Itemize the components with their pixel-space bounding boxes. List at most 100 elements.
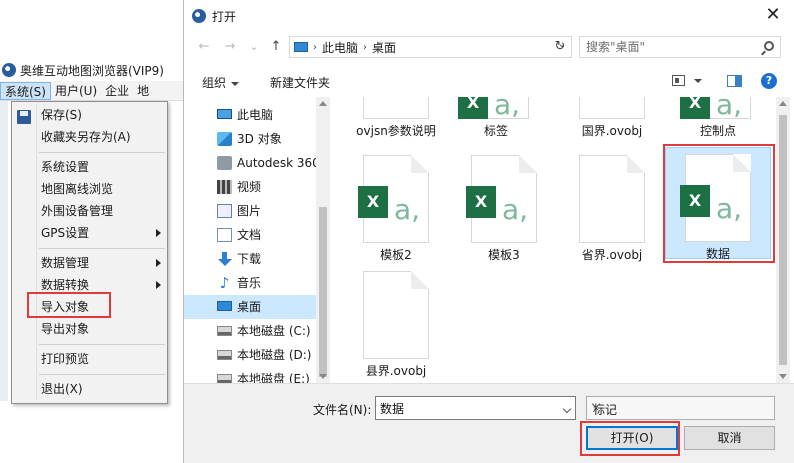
menu-enterprise[interactable]: 企业	[101, 82, 133, 100]
save-icon	[17, 110, 31, 124]
menu-item-save-favorites[interactable]: 收藏夹另存为(A)	[12, 126, 167, 148]
file-item[interactable]: 县界.ovobj	[346, 271, 446, 379]
up-arrow-icon[interactable]: ↑	[266, 37, 286, 57]
submenu-arrow-icon	[156, 229, 161, 237]
forward-arrow-icon[interactable]: →	[220, 37, 240, 57]
menu-system[interactable]: 系统(S)	[0, 81, 51, 100]
breadcrumb-this-pc[interactable]: 此电脑	[322, 39, 358, 56]
sidebar-item-disk-c[interactable]: 本地磁盘 (C:)	[184, 319, 316, 343]
sidebar-item-music[interactable]: ♪ 音乐	[184, 271, 316, 295]
menu-map[interactable]: 地	[133, 82, 149, 100]
desktop-icon	[217, 301, 232, 311]
view-options-icon[interactable]	[672, 75, 685, 86]
app-menubar: 系统(S) 用户(U) 企业 地	[0, 81, 183, 101]
menu-item-label: 数据转换	[41, 278, 90, 292]
help-icon[interactable]: ?	[761, 73, 777, 89]
search-box	[579, 36, 781, 58]
menu-item-offline-browse[interactable]: 地图离线浏览	[12, 178, 167, 200]
sidebar-item-label: 音乐	[237, 276, 262, 290]
sidebar-item-label: 文档	[237, 228, 262, 242]
sidebar-item-this-pc[interactable]: 此电脑	[184, 103, 316, 127]
excel-logo-icon: X	[358, 186, 388, 218]
organize-button[interactable]: 组织	[202, 74, 240, 91]
sidebar-item-downloads[interactable]: 下载	[184, 247, 316, 271]
excel-a-glyph: a,	[494, 97, 521, 121]
file-item[interactable]: Xa, 模板2	[346, 155, 446, 263]
music-icon: ♪	[219, 274, 230, 292]
submenu-arrow-icon	[156, 259, 161, 267]
sidebar-item-label: 视频	[237, 180, 262, 194]
breadcrumb-desktop[interactable]: 桌面	[372, 39, 396, 56]
blank-file-icon	[579, 155, 645, 243]
sidebar-item-label: 桌面	[237, 300, 262, 314]
menu-item-system-settings[interactable]: 系统设置	[12, 156, 167, 178]
app-side-strip	[0, 101, 8, 401]
sidebar-item-pictures[interactable]: 图片	[184, 199, 316, 223]
file-item[interactable]: Xa, 标签	[446, 97, 546, 139]
chevron-down-icon[interactable]	[562, 404, 572, 414]
sidebar-item-videos[interactable]: 视频	[184, 175, 316, 199]
menu-item-exit[interactable]: 退出(X)	[12, 378, 167, 400]
app-logo-icon	[2, 63, 16, 77]
address-bar[interactable]: › 此电脑 › 桌面 ⌄	[289, 36, 572, 58]
sidebar-item-label: 下载	[237, 252, 262, 266]
history-chevron-icon[interactable]: ⌄	[244, 37, 264, 57]
sidebar-item-autodesk[interactable]: Autodesk 360	[184, 151, 320, 175]
scrollbar-thumb[interactable]	[779, 115, 787, 365]
dialog-footer: 文件名(N): 标记 打开(O) 取消	[184, 383, 794, 463]
sidebar-item-disk-d[interactable]: 本地磁盘 (D:)	[184, 343, 316, 367]
sidebar-item-disk-e[interactable]: 本地磁盘 (E:)	[184, 367, 316, 383]
scroll-up-arrow-icon[interactable]	[319, 101, 327, 106]
sidebar-item-3d-objects[interactable]: 3D 对象	[184, 127, 316, 151]
menu-item-export-objects[interactable]: 导出对象	[12, 318, 167, 340]
cancel-button[interactable]: 取消	[684, 426, 775, 450]
dialog-title: 打开	[212, 10, 237, 24]
menu-item-gps-settings[interactable]: GPS设置	[12, 222, 167, 244]
menu-item-data-management[interactable]: 数据管理	[12, 252, 167, 274]
file-item[interactable]: ovjsn参数说明	[346, 97, 446, 139]
menu-item-print-preview[interactable]: 打印预览	[12, 348, 167, 370]
menu-item-save[interactable]: 保存(S)	[12, 104, 167, 126]
scroll-up-arrow-icon[interactable]	[779, 101, 787, 106]
filetype-select[interactable]: 标记	[586, 396, 775, 420]
excel-a-glyph: a,	[502, 193, 529, 226]
scrollbar-thumb[interactable]	[319, 207, 327, 377]
close-button[interactable]: ✕	[751, 0, 794, 30]
chevron-right-icon: ›	[313, 41, 317, 53]
refresh-icon[interactable]: ↻	[550, 38, 570, 56]
new-folder-button[interactable]: 新建文件夹	[270, 74, 330, 91]
menu-item-peripherals[interactable]: 外围设备管理	[12, 200, 167, 222]
file-item[interactable]: 省界.ovobj	[562, 155, 662, 263]
sidebar-item-desktop[interactable]: 桌面	[184, 295, 316, 319]
file-list-scrollbar[interactable]	[776, 97, 790, 383]
preview-pane-icon[interactable]	[727, 75, 742, 87]
menu-separator	[39, 152, 165, 153]
menu-item-label: 退出(X)	[41, 382, 83, 396]
excel-a-glyph: a,	[716, 97, 743, 121]
back-arrow-icon[interactable]: ←	[194, 37, 214, 57]
dialog-toolbar: 组织 新建文件夹 ?	[184, 65, 794, 97]
sidebar-item-documents[interactable]: 文档	[184, 223, 316, 247]
menu-item-label: 外围设备管理	[41, 204, 114, 218]
search-icon	[764, 41, 774, 51]
navigation-pane-scrollbar[interactable]	[316, 97, 330, 383]
menu-item-label: 保存(S)	[41, 108, 82, 122]
sidebar-item-label: 本地磁盘 (C:)	[237, 324, 311, 338]
excel-file-icon: Xa,	[680, 97, 751, 121]
menu-item-label: 导出对象	[41, 322, 90, 336]
scroll-down-arrow-icon[interactable]	[779, 374, 787, 379]
filename-combobox	[375, 396, 576, 420]
file-item[interactable]: Xa, 控制点	[668, 97, 768, 139]
menu-separator	[39, 374, 165, 375]
menu-user[interactable]: 用户(U)	[51, 82, 101, 100]
scroll-down-arrow-icon[interactable]	[319, 374, 327, 379]
disk-icon	[217, 326, 232, 336]
filename-input[interactable]	[380, 400, 550, 416]
file-item[interactable]: 国界.ovobj	[562, 97, 662, 139]
caret-down-icon[interactable]	[694, 79, 702, 83]
sidebar-item-label: 此电脑	[237, 108, 274, 122]
file-item[interactable]: Xa, 模板3	[454, 155, 554, 263]
picture-icon	[217, 204, 232, 218]
search-input[interactable]	[586, 39, 756, 55]
excel-logo-icon: X	[458, 97, 488, 119]
